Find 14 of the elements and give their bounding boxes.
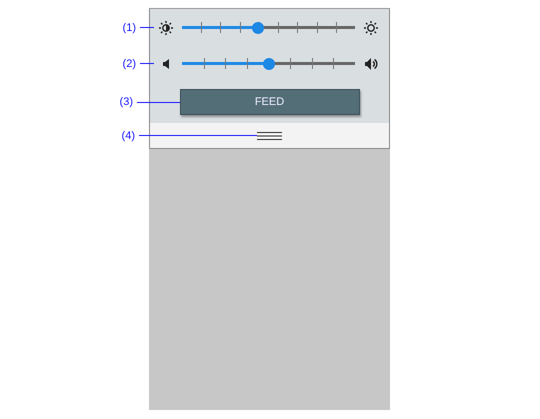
- feed-button[interactable]: FEED: [180, 89, 360, 115]
- leader-line: [140, 63, 154, 64]
- callout-label: (1): [122, 22, 136, 34]
- speaker-loud-icon: [364, 58, 378, 70]
- menu-icon[interactable]: [257, 132, 282, 140]
- slider-thumb[interactable]: [262, 58, 274, 70]
- slider-thumb[interactable]: [252, 22, 264, 34]
- callout-label: (4): [122, 130, 135, 142]
- callout-label: (2): [122, 58, 136, 70]
- brightness-high-icon: [364, 20, 378, 34]
- brightness-low-icon: [159, 20, 173, 34]
- leader-line: [140, 27, 154, 28]
- callout-label: (3): [120, 96, 133, 108]
- speaker-quiet-icon: [162, 58, 170, 68]
